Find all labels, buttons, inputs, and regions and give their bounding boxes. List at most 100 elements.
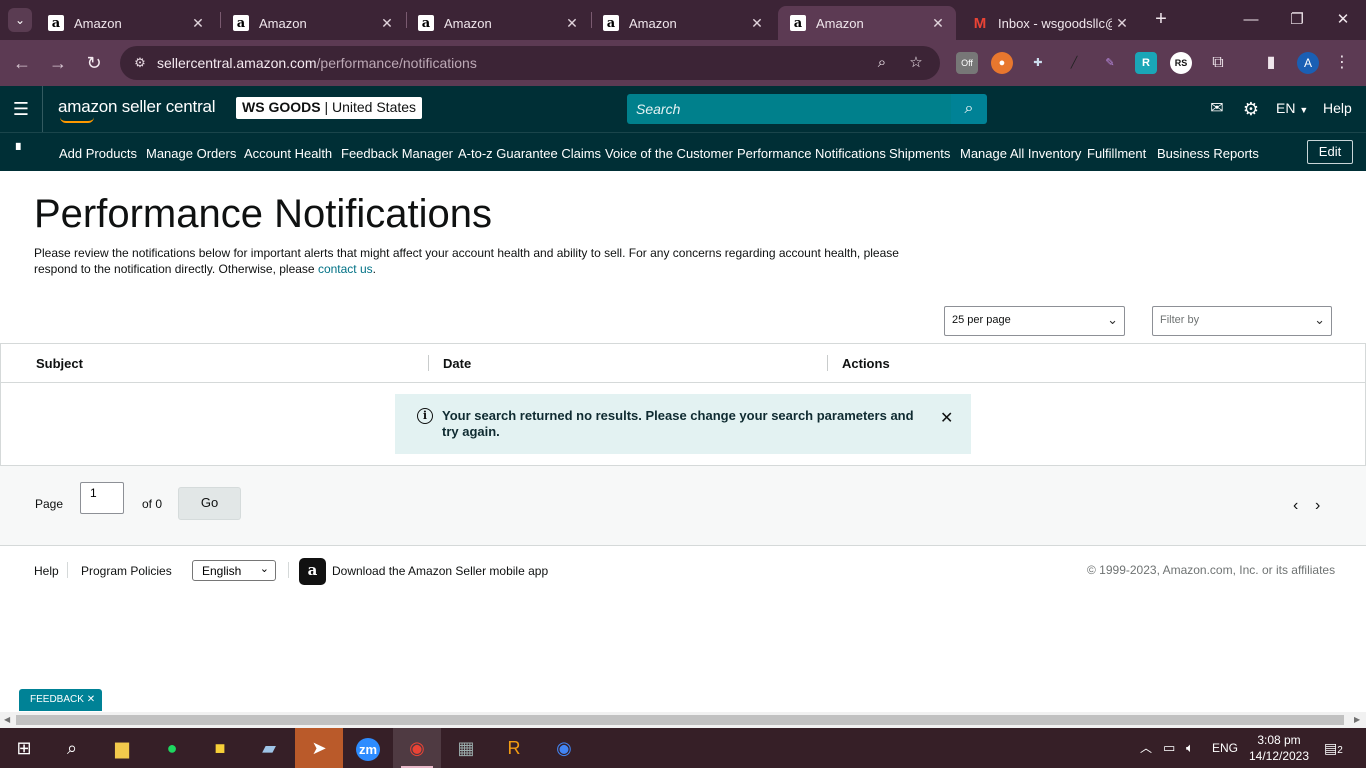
chevron-left-icon[interactable]: ‹	[1293, 497, 1298, 515]
new-tab-plus-icon[interactable]: +	[1150, 8, 1172, 30]
extension-pen-icon[interactable]: ╱	[1063, 52, 1085, 74]
notepad-icon[interactable]: ▰	[245, 728, 293, 768]
extension-off-icon[interactable]: Off	[956, 52, 978, 74]
browser-tab[interactable]: M Inbox - wsgoodsllc@ ✕	[960, 6, 1140, 40]
volume-icon[interactable]: 🔈︎	[1186, 728, 1194, 768]
close-icon[interactable]: ✕	[562, 15, 582, 32]
file-explorer-icon[interactable]: ▆	[98, 728, 146, 768]
footer-help-link[interactable]: Help	[34, 564, 59, 578]
header-search-input[interactable]	[627, 94, 951, 124]
restore-icon[interactable]: ❐	[1282, 8, 1312, 32]
close-icon[interactable]: ✕	[188, 15, 208, 32]
scrollbar-thumb[interactable]	[16, 715, 1344, 725]
chrome-icon[interactable]: ◉	[540, 728, 588, 768]
extension-rs-icon[interactable]: RS	[1170, 52, 1192, 74]
nav-edit-button[interactable]: Edit	[1307, 140, 1353, 164]
chevron-right-icon[interactable]: ›	[1315, 497, 1320, 515]
nav-add-products[interactable]: Add Products	[59, 146, 137, 161]
column-date[interactable]: Date	[443, 356, 471, 371]
extension-r-icon[interactable]: R	[1135, 52, 1157, 74]
browser-tab[interactable]: a Amazon ✕	[406, 6, 590, 40]
nav-account-health[interactable]: Account Health	[244, 146, 332, 161]
site-settings-icon[interactable]: ⚙	[130, 53, 150, 73]
extension-feather-icon[interactable]: ✎	[1099, 52, 1121, 74]
per-page-select[interactable]: 25 per page ⌄	[944, 306, 1125, 336]
zoom-magnifier-icon[interactable]: ⌕	[872, 53, 892, 73]
bookmark-star-icon[interactable]: ☆	[906, 53, 926, 73]
notification-center-icon[interactable]: ▤2	[1324, 728, 1343, 768]
input-language[interactable]: ENG	[1212, 728, 1238, 768]
side-panel-icon[interactable]: ▮	[1260, 52, 1282, 74]
telegram-icon[interactable]: ➤	[295, 728, 343, 768]
close-icon[interactable]: ✕	[1112, 15, 1132, 32]
footer-program-policies-link[interactable]: Program Policies	[81, 564, 172, 578]
browser-tab-active[interactable]: a Amazon ✕	[778, 6, 956, 40]
back-arrow-icon[interactable]: ←	[10, 51, 34, 75]
horizontal-scrollbar[interactable]: ◀ ▶	[0, 712, 1366, 728]
extension-puzzle-blue-icon[interactable]: ✚	[1027, 52, 1049, 74]
browser-tab[interactable]: a Amazon ✕	[591, 6, 775, 40]
kebab-menu-icon[interactable]: ⋮	[1331, 52, 1353, 74]
address-bar[interactable]: ⚙ sellercentral.amazon.com/performance/n…	[120, 46, 940, 80]
profile-avatar[interactable]: A	[1297, 52, 1319, 74]
page-number-input[interactable]	[80, 482, 124, 514]
close-icon[interactable]: ✕	[928, 15, 948, 32]
search-icon[interactable]: ⌕	[48, 728, 96, 768]
close-icon[interactable]: ✕	[940, 408, 953, 428]
extension-orange-icon[interactable]: ●	[991, 52, 1013, 74]
nav-a-to-z-claims[interactable]: A-to-z Guarantee Claims	[458, 146, 601, 161]
footer-language-select[interactable]: English ⌄	[192, 560, 276, 581]
windows-start-icon[interactable]: ⊞	[0, 728, 48, 768]
feedback-tab[interactable]: FEEDBACK ✕	[19, 689, 102, 711]
header-help-link[interactable]: Help	[1323, 100, 1352, 116]
language-selector[interactable]: EN ▼	[1276, 100, 1308, 116]
tray-chevron-up-icon[interactable]: ︿	[1140, 728, 1152, 768]
bookmark-flag-icon[interactable]: ▘	[16, 144, 26, 156]
header-search-box[interactable]	[627, 94, 951, 124]
nav-feedback-manager[interactable]: Feedback Manager	[341, 146, 453, 161]
network-icon[interactable]: ▭	[1163, 728, 1175, 768]
store-switcher[interactable]: WS GOODS | United States	[236, 97, 423, 119]
minimize-icon[interactable]: —	[1236, 8, 1266, 32]
extensions-puzzle-icon[interactable]: ⧉	[1207, 52, 1229, 74]
go-button[interactable]: Go	[178, 487, 241, 520]
hamburger-menu-icon[interactable]: ☰	[10, 98, 32, 120]
reload-icon[interactable]: ↻	[82, 51, 106, 75]
nav-performance-notifications[interactable]: Performance Notifications	[737, 146, 886, 161]
search-icon[interactable]: ⌕	[951, 94, 987, 124]
nav-fulfillment[interactable]: Fulfillment	[1087, 146, 1146, 161]
nav-shipments[interactable]: Shipments	[889, 146, 950, 161]
scroll-left-arrow-icon[interactable]: ◀	[4, 715, 10, 724]
browser-tab[interactable]: a Amazon ✕	[36, 6, 216, 40]
r-app-icon[interactable]: R	[490, 728, 538, 768]
close-icon[interactable]: ✕	[377, 15, 397, 32]
close-icon[interactable]: ✕	[747, 15, 767, 32]
window-close-icon[interactable]: ✕	[1328, 8, 1358, 32]
column-divider	[428, 355, 429, 371]
browser-tab[interactable]: a Amazon ✕	[221, 6, 405, 40]
nav-manage-all-inventory[interactable]: Manage All Inventory	[960, 146, 1081, 161]
calculator-icon[interactable]: ▦	[442, 728, 490, 768]
scroll-right-arrow-icon[interactable]: ▶	[1354, 715, 1360, 724]
download-app-link[interactable]: Download the Amazon Seller mobile app	[332, 564, 548, 578]
seller-central-logo[interactable]: amazon seller central	[58, 97, 216, 123]
zoom-app-icon[interactable]: zm	[344, 728, 392, 768]
column-subject[interactable]: Subject	[36, 356, 83, 371]
nav-business-reports[interactable]: Business Reports	[1157, 146, 1259, 161]
mail-envelope-icon[interactable]: ✉	[1206, 98, 1228, 120]
no-results-message: Your search returned no results. Please …	[442, 408, 914, 439]
tab-search-chevron-icon[interactable]: ⌄	[8, 8, 32, 32]
close-icon[interactable]: ✕	[87, 694, 95, 705]
sticky-notes-icon[interactable]: ■	[196, 728, 244, 768]
spotify-icon[interactable]: ●	[148, 728, 196, 768]
chrome-profile-icon[interactable]: ◉	[393, 728, 441, 768]
contact-us-link[interactable]: contact us	[318, 262, 373, 276]
taskbar-clock[interactable]: 3:08 pm 14/12/2023	[1248, 732, 1310, 764]
gear-icon[interactable]: ⚙	[1240, 98, 1262, 120]
forward-arrow-icon[interactable]: →	[46, 51, 70, 75]
nav-manage-orders[interactable]: Manage Orders	[146, 146, 236, 161]
nav-voice-of-customer[interactable]: Voice of the Customer	[605, 146, 733, 161]
url-text[interactable]: sellercentral.amazon.com/performance/not…	[157, 55, 477, 71]
filter-by-select[interactable]: Filter by ⌄	[1152, 306, 1332, 336]
amazon-app-icon[interactable]: a	[299, 558, 326, 585]
